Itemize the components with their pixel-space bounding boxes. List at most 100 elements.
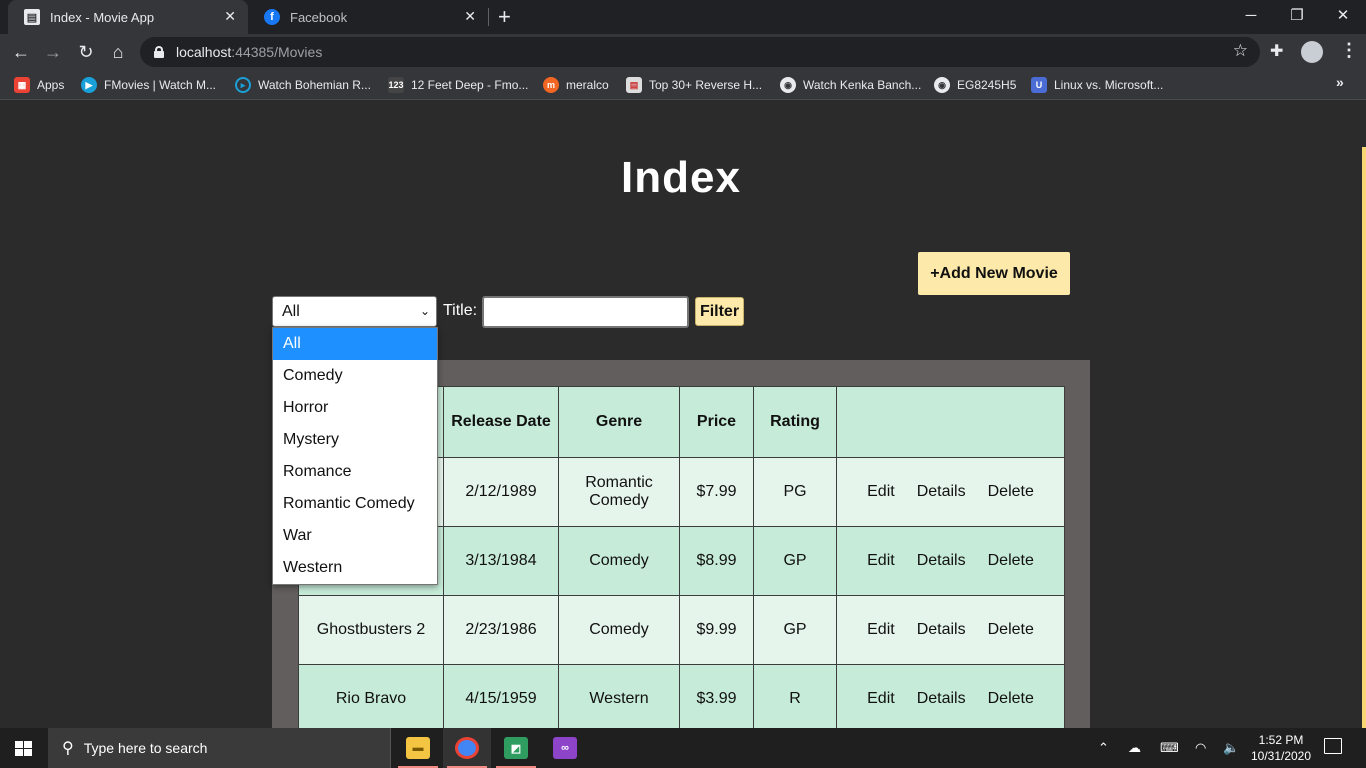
cell-price: $9.99	[679, 595, 754, 665]
bookmark-meralco[interactable]: m meralco	[543, 76, 609, 94]
minimize-button[interactable]: ─	[1228, 0, 1274, 30]
forward-arrow-icon[interactable]: →	[40, 39, 66, 65]
bookmark-apps[interactable]: ▦ Apps	[14, 76, 64, 94]
edit-link[interactable]: Edit	[867, 483, 895, 501]
clock-time: 1:52 PM	[1258, 733, 1304, 747]
tab-movie-app[interactable]: ▤ Index - Movie App ✕	[8, 0, 248, 34]
notification-icon[interactable]	[1324, 738, 1342, 754]
bookmarks-bar: ▦ Apps ▶ FMovies | Watch M... ▸ Watch Bo…	[0, 70, 1366, 100]
meralco-icon: m	[543, 77, 559, 93]
filter-button[interactable]: Filter	[695, 297, 744, 326]
title-search-input[interactable]	[482, 296, 689, 328]
taskbar-search[interactable]: ⚲ Type here to search	[48, 728, 391, 768]
back-arrow-icon[interactable]: ←	[8, 39, 34, 65]
visual-studio-app[interactable]: ∞	[541, 728, 589, 768]
profile-avatar[interactable]	[1301, 41, 1323, 63]
url-host: localhost	[176, 44, 232, 60]
genre-select[interactable]: All ⌄	[272, 296, 437, 327]
wifi-icon[interactable]: ◠	[1195, 740, 1206, 756]
search-icon: ⚲	[62, 740, 74, 757]
file-explorer-app[interactable]: ▬	[394, 728, 442, 768]
edit-link[interactable]: Edit	[867, 552, 895, 570]
delete-link[interactable]: Delete	[988, 483, 1034, 501]
cell-price: $7.99	[679, 457, 754, 527]
bookmark-12-feet-deep[interactable]: 123 12 Feet Deep - Fmo...	[388, 76, 528, 94]
close-window-button[interactable]: ✕	[1320, 0, 1366, 30]
genre-option-war[interactable]: War	[273, 520, 437, 552]
details-link[interactable]: Details	[917, 552, 966, 570]
windows-start-icon[interactable]	[15, 741, 32, 756]
chevron-up-icon[interactable]: ⌃	[1098, 740, 1109, 756]
chrome-app[interactable]	[443, 728, 491, 768]
shield-icon: U	[1031, 77, 1047, 93]
details-link[interactable]: Details	[917, 690, 966, 708]
details-link[interactable]: Details	[917, 621, 966, 639]
genre-option-horror[interactable]: Horror	[273, 392, 437, 424]
bookmark-label: Watch Bohemian R...	[258, 78, 371, 92]
cell-genre: Comedy	[558, 526, 680, 596]
address-bar[interactable]: localhost :44385/Movies ☆	[140, 37, 1260, 67]
cell-rating: R	[753, 664, 837, 734]
edit-link[interactable]: Edit	[867, 621, 895, 639]
clock-date: 10/31/2020	[1250, 749, 1312, 763]
document-icon: ▤	[24, 9, 40, 25]
browser-toolbar: ← → ↻ ⌂ localhost :44385/Movies ☆ ✚ ⋮	[0, 34, 1366, 70]
genre-option-mystery[interactable]: Mystery	[273, 424, 437, 456]
more-bookmarks-icon[interactable]: »	[1336, 74, 1344, 90]
volume-icon[interactable]: 🔈	[1223, 740, 1239, 756]
scrollbar[interactable]	[1362, 147, 1366, 728]
genre-option-comedy[interactable]: Comedy	[273, 360, 437, 392]
close-tab-icon[interactable]: ✕	[464, 8, 476, 25]
genre-option-all[interactable]: All	[273, 328, 437, 360]
cell-release-date: 3/13/1984	[443, 526, 559, 596]
extensions-puzzle-icon[interactable]: ✚	[1270, 41, 1283, 61]
bookmark-label: meralco	[566, 78, 609, 92]
bookmark-star-icon[interactable]: ☆	[1233, 41, 1248, 61]
bookmark-fmovies[interactable]: ▶ FMovies | Watch M...	[81, 76, 216, 94]
table-row: Ghostbusters 2 2/23/1986 Comedy $9.99 GP…	[298, 595, 1065, 665]
cell-actions: Edit Details Delete	[836, 457, 1065, 527]
cell-release-date: 2/23/1986	[443, 595, 559, 665]
delete-link[interactable]: Delete	[988, 690, 1034, 708]
edit-link[interactable]: Edit	[867, 690, 895, 708]
chrome-icon	[455, 737, 479, 759]
delete-link[interactable]: Delete	[988, 552, 1034, 570]
chevron-down-icon: ⌄	[419, 304, 430, 318]
bookmark-top-30[interactable]: ▤ Top 30+ Reverse H...	[626, 76, 762, 94]
visual-studio-icon: ∞	[553, 737, 577, 759]
genre-dropdown-list: All Comedy Horror Mystery Romance Romant…	[272, 327, 438, 585]
genre-select-value: All	[282, 302, 300, 320]
tab-facebook[interactable]: f Facebook ✕	[248, 0, 488, 34]
globe-icon: ◉	[780, 77, 796, 93]
tab-title: Facebook	[290, 9, 348, 25]
taskbar-clock[interactable]: 1:52 PM 10/31/2020	[1246, 732, 1316, 764]
play-circle-icon: ▸	[235, 77, 251, 93]
reload-icon[interactable]: ↻	[73, 39, 99, 65]
cell-actions: Edit Details Delete	[836, 595, 1065, 665]
azure-data-studio-app[interactable]: ◩	[492, 728, 540, 768]
genre-option-western[interactable]: Western	[273, 552, 437, 584]
cell-price: $8.99	[679, 526, 754, 596]
delete-link[interactable]: Delete	[988, 621, 1034, 639]
details-link[interactable]: Details	[917, 483, 966, 501]
genre-option-romance[interactable]: Romance	[273, 456, 437, 488]
kebab-menu-icon[interactable]: ⋮	[1340, 40, 1358, 61]
close-tab-icon[interactable]: ✕	[224, 8, 236, 25]
bookmark-bohemian[interactable]: ▸ Watch Bohemian R...	[235, 76, 371, 94]
cell-genre: Comedy	[558, 595, 680, 665]
genre-option-romantic-comedy[interactable]: Romantic Comedy	[273, 488, 437, 520]
bookmark-linux-vs-microsoft[interactable]: U Linux vs. Microsoft...	[1031, 76, 1163, 94]
cell-release-date: 4/15/1959	[443, 664, 559, 734]
add-new-movie-button[interactable]: +Add New Movie	[918, 252, 1070, 295]
restore-button[interactable]: ❐	[1274, 0, 1320, 30]
header-release-date: Release Date	[443, 386, 559, 458]
onedrive-cloud-icon[interactable]: ☁	[1128, 740, 1141, 756]
home-icon[interactable]: ⌂	[105, 39, 131, 65]
tab-title: Index - Movie App	[50, 9, 155, 25]
bookmark-label: 12 Feet Deep - Fmo...	[411, 78, 529, 92]
cell-rating: PG	[753, 457, 837, 527]
keyboard-language-icon[interactable]: ⌨	[1160, 740, 1179, 756]
bookmark-kenka[interactable]: ◉ Watch Kenka Banch...	[780, 76, 921, 94]
bookmark-eg8245h5[interactable]: ◉ EG8245H5	[934, 76, 1016, 94]
new-tab-button[interactable]: +	[498, 4, 511, 30]
